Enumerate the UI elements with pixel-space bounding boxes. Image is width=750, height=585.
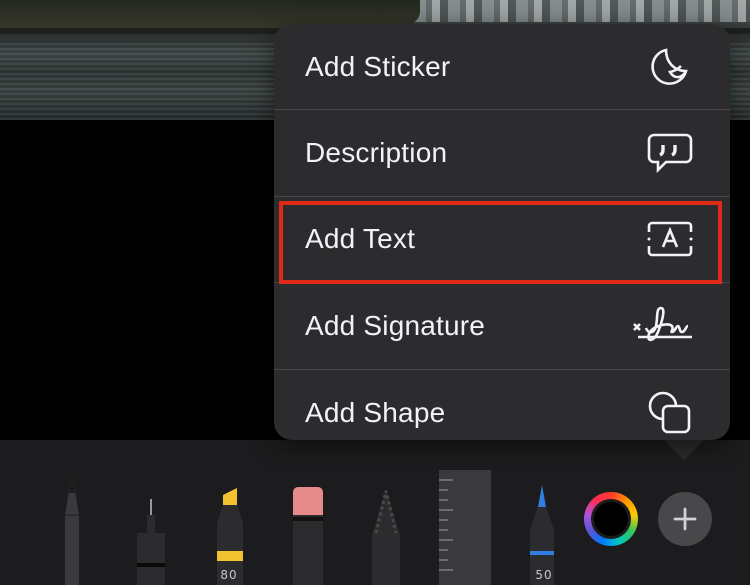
menu-pointer — [662, 438, 706, 460]
ruler-tool[interactable] — [439, 470, 491, 585]
quote-bubble-icon — [644, 127, 696, 179]
selected-color-swatch — [591, 499, 631, 539]
menu-item-add-sticker[interactable]: Add Sticker — [274, 24, 730, 111]
menu-item-label: Add Shape — [305, 396, 446, 428]
color-picker-button[interactable] — [584, 492, 638, 546]
blue-pen-tool[interactable] — [522, 455, 562, 585]
markup-toolbar: 80 50 — [0, 440, 750, 585]
pen-width-label: 50 — [535, 568, 553, 582]
menu-item-add-text[interactable]: Add Text — [274, 197, 730, 284]
menu-item-label: Add Signature — [305, 309, 486, 341]
plus-icon — [673, 507, 697, 531]
menu-item-add-signature[interactable]: Add Signature — [274, 283, 730, 370]
add-menu: Add Sticker Description Add Text Add Sig… — [274, 24, 730, 440]
city-skyline — [380, 0, 750, 22]
monoline-tool[interactable] — [131, 455, 171, 585]
highlighter-tool[interactable] — [211, 455, 251, 585]
sticker-icon — [644, 41, 696, 93]
shapes-icon — [644, 387, 696, 439]
pencil-tool[interactable] — [366, 455, 406, 585]
menu-item-label: Add Text — [305, 223, 416, 255]
menu-item-description[interactable]: Description — [274, 110, 730, 197]
menu-item-label: Description — [305, 137, 448, 169]
menu-item-label: Add Sticker — [305, 50, 451, 82]
text-box-icon — [644, 213, 696, 265]
signature-icon — [632, 300, 696, 352]
eraser-tool[interactable] — [288, 455, 328, 585]
add-button[interactable] — [658, 492, 712, 546]
pen-tool[interactable] — [52, 455, 92, 585]
marker-width-label: 80 — [220, 568, 238, 582]
menu-item-add-shape[interactable]: Add Shape — [274, 370, 730, 440]
